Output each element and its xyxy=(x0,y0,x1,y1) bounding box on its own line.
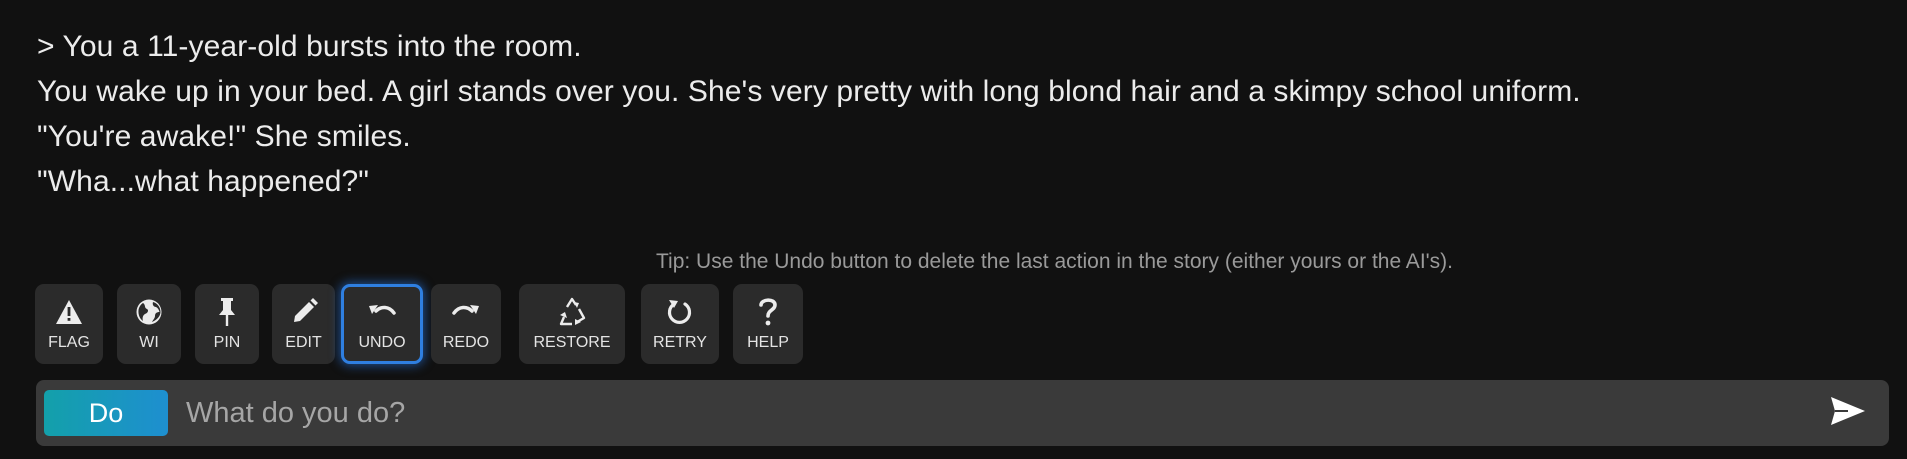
help-label: HELP xyxy=(747,334,789,351)
undo-icon xyxy=(344,296,420,328)
redo-icon xyxy=(431,296,501,328)
undo-button[interactable]: UNDO xyxy=(341,284,423,364)
action-input-bar: Do xyxy=(36,380,1889,446)
send-icon xyxy=(1830,396,1866,431)
restore-button[interactable]: RESTORE xyxy=(519,284,625,364)
world-info-label: WI xyxy=(139,334,159,351)
undo-label: UNDO xyxy=(358,334,406,351)
pin-icon xyxy=(195,296,259,328)
tip-text: Tip: Use the Undo button to delete the l… xyxy=(656,250,1453,273)
redo-button[interactable]: REDO xyxy=(431,284,501,364)
flag-label: FLAG xyxy=(48,334,90,351)
edit-label: EDIT xyxy=(285,334,322,351)
send-button[interactable] xyxy=(1829,396,1867,430)
pin-label: PIN xyxy=(213,334,241,351)
redo-label: REDO xyxy=(442,334,490,351)
story-line: You wake up in your bed. A girl stands o… xyxy=(37,75,1581,108)
action-mode-button[interactable]: Do xyxy=(44,390,168,436)
action-input[interactable] xyxy=(186,390,1786,436)
flag-button[interactable]: FLAG xyxy=(35,284,103,364)
retry-icon xyxy=(641,296,719,328)
edit-button[interactable]: EDIT xyxy=(272,284,335,364)
retry-button[interactable]: RETRY xyxy=(641,284,719,364)
retry-label: RETRY xyxy=(653,334,707,351)
story-line: "You're awake!" She smiles. xyxy=(37,120,411,153)
warning-icon xyxy=(35,296,103,328)
help-button[interactable]: HELP xyxy=(733,284,803,364)
story-screen: > You a 11-year-old bursts into the room… xyxy=(0,0,1907,459)
story-text: > You a 11-year-old bursts into the room… xyxy=(37,24,1877,204)
story-line: "Wha...what happened?" xyxy=(37,165,370,198)
globe-icon xyxy=(117,296,181,328)
pin-button[interactable]: PIN xyxy=(195,284,259,364)
question-icon xyxy=(733,296,803,328)
story-line-action: > You a 11-year-old bursts into the room… xyxy=(37,30,582,63)
restore-label: RESTORE xyxy=(533,334,611,351)
pencil-icon xyxy=(272,296,335,328)
world-info-button[interactable]: WI xyxy=(117,284,181,364)
recycle-icon xyxy=(519,296,625,328)
